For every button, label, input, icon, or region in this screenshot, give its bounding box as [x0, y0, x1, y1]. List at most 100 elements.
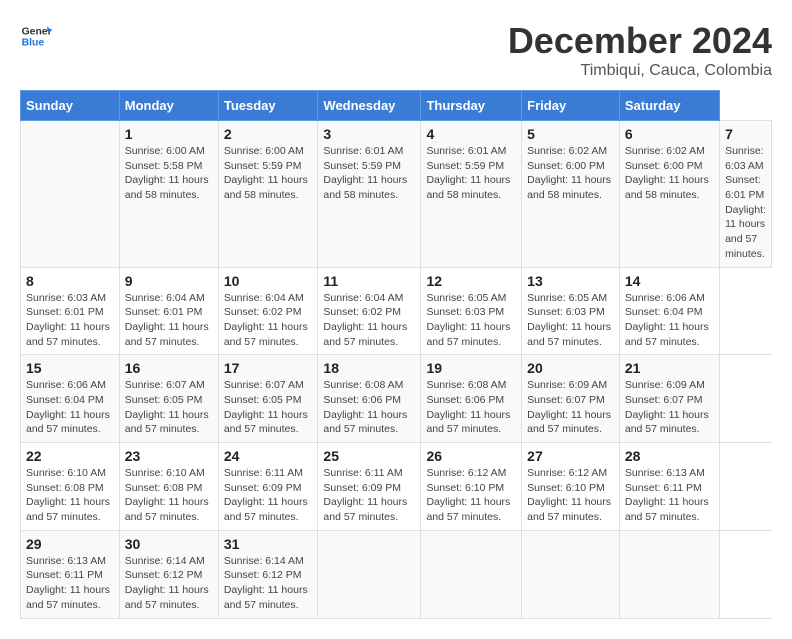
calendar-day-cell	[318, 530, 421, 618]
day-number: 14	[625, 273, 714, 289]
day-info: Sunrise: 6:02 AM Sunset: 6:00 PM Dayligh…	[625, 144, 714, 203]
calendar-day-cell: 16 Sunrise: 6:07 AM Sunset: 6:05 PM Dayli…	[119, 355, 218, 443]
day-info: Sunrise: 6:00 AM Sunset: 5:58 PM Dayligh…	[125, 144, 213, 203]
header-monday: Monday	[119, 91, 218, 121]
day-number: 19	[426, 360, 516, 376]
header-friday: Friday	[522, 91, 620, 121]
day-info: Sunrise: 6:05 AM Sunset: 6:03 PM Dayligh…	[527, 291, 614, 350]
day-info: Sunrise: 6:01 AM Sunset: 5:59 PM Dayligh…	[426, 144, 516, 203]
calendar-header-row: SundayMondayTuesdayWednesdayThursdayFrid…	[21, 91, 772, 121]
day-number: 22	[26, 448, 114, 464]
page-header: General Blue December 2024 Timbiqui, Cau…	[20, 20, 772, 80]
day-number: 9	[125, 273, 213, 289]
calendar-day-cell: 2Sunrise: 6:00 AM Sunset: 5:59 PM Daylig…	[218, 121, 318, 268]
calendar-day-cell: 31 Sunrise: 6:14 AM Sunset: 6:12 PM Dayli…	[218, 530, 318, 618]
day-number: 24	[224, 448, 313, 464]
logo: General Blue	[20, 20, 52, 52]
calendar-day-cell: 13 Sunrise: 6:05 AM Sunset: 6:03 PM Dayli…	[522, 267, 620, 355]
day-info: Sunrise: 6:11 AM Sunset: 6:09 PM Dayligh…	[224, 466, 313, 525]
day-number: 23	[125, 448, 213, 464]
calendar-day-cell: 12Sunrise: 6:05 AM Sunset: 6:03 PM Dayli…	[421, 267, 522, 355]
day-number: 5	[527, 126, 614, 142]
day-number: 31	[224, 536, 313, 552]
day-number: 2	[224, 126, 313, 142]
day-info: Sunrise: 6:06 AM Sunset: 6:04 PM Dayligh…	[625, 291, 714, 350]
calendar-day-cell: 6 Sunrise: 6:02 AM Sunset: 6:00 PM Daylig…	[619, 121, 719, 268]
day-number: 25	[323, 448, 415, 464]
day-info: Sunrise: 6:04 AM Sunset: 6:01 PM Dayligh…	[125, 291, 213, 350]
day-number: 1	[125, 126, 213, 142]
day-info: Sunrise: 6:09 AM Sunset: 6:07 PM Dayligh…	[625, 378, 714, 437]
day-info: Sunrise: 6:08 AM Sunset: 6:06 PM Dayligh…	[426, 378, 516, 437]
calendar-day-cell: 30 Sunrise: 6:14 AM Sunset: 6:12 PM Dayli…	[119, 530, 218, 618]
calendar-day-cell: 8Sunrise: 6:03 AM Sunset: 6:01 PM Daylig…	[21, 267, 120, 355]
calendar-day-cell	[421, 530, 522, 618]
title-block: December 2024 Timbiqui, Cauca, Colombia	[508, 20, 772, 80]
calendar-day-cell: 29 Sunrise: 6:13 AM Sunset: 6:11 PM Dayli…	[21, 530, 120, 618]
location-subtitle: Timbiqui, Cauca, Colombia	[508, 62, 772, 80]
day-info: Sunrise: 6:09 AM Sunset: 6:07 PM Dayligh…	[527, 378, 614, 437]
header-sunday: Sunday	[21, 91, 120, 121]
day-number: 16	[125, 360, 213, 376]
day-info: Sunrise: 6:08 AM Sunset: 6:06 PM Dayligh…	[323, 378, 415, 437]
day-info: Sunrise: 6:12 AM Sunset: 6:10 PM Dayligh…	[426, 466, 516, 525]
calendar-day-cell: 18Sunrise: 6:08 AM Sunset: 6:06 PM Dayli…	[318, 355, 421, 443]
day-info: Sunrise: 6:13 AM Sunset: 6:11 PM Dayligh…	[26, 554, 114, 613]
day-info: Sunrise: 6:06 AM Sunset: 6:04 PM Dayligh…	[26, 378, 114, 437]
day-info: Sunrise: 6:10 AM Sunset: 6:08 PM Dayligh…	[26, 466, 114, 525]
calendar-day-cell: 5 Sunrise: 6:02 AM Sunset: 6:00 PM Daylig…	[522, 121, 620, 268]
header-tuesday: Tuesday	[218, 91, 318, 121]
calendar-day-cell: 1 Sunrise: 6:00 AM Sunset: 5:58 PM Daylig…	[119, 121, 218, 268]
calendar-week-row: 29 Sunrise: 6:13 AM Sunset: 6:11 PM Dayli…	[21, 530, 772, 618]
calendar-table: SundayMondayTuesdayWednesdayThursdayFrid…	[20, 90, 772, 619]
calendar-day-cell: 14 Sunrise: 6:06 AM Sunset: 6:04 PM Dayli…	[619, 267, 719, 355]
calendar-day-cell: 15 Sunrise: 6:06 AM Sunset: 6:04 PM Dayli…	[21, 355, 120, 443]
calendar-day-cell	[522, 530, 620, 618]
calendar-day-cell: 20 Sunrise: 6:09 AM Sunset: 6:07 PM Dayli…	[522, 355, 620, 443]
calendar-day-cell: 28Sunrise: 6:13 AM Sunset: 6:11 PM Dayli…	[619, 443, 719, 531]
header-wednesday: Wednesday	[318, 91, 421, 121]
day-number: 17	[224, 360, 313, 376]
day-number: 29	[26, 536, 114, 552]
day-info: Sunrise: 6:02 AM Sunset: 6:00 PM Dayligh…	[527, 144, 614, 203]
day-info: Sunrise: 6:11 AM Sunset: 6:09 PM Dayligh…	[323, 466, 415, 525]
day-info: Sunrise: 6:07 AM Sunset: 6:05 PM Dayligh…	[125, 378, 213, 437]
calendar-day-cell: 27 Sunrise: 6:12 AM Sunset: 6:10 PM Dayli…	[522, 443, 620, 531]
calendar-week-row: 1 Sunrise: 6:00 AM Sunset: 5:58 PM Daylig…	[21, 121, 772, 268]
svg-text:Blue: Blue	[22, 38, 45, 49]
calendar-day-cell: 23 Sunrise: 6:10 AM Sunset: 6:08 PM Dayli…	[119, 443, 218, 531]
day-number: 15	[26, 360, 114, 376]
day-info: Sunrise: 6:04 AM Sunset: 6:02 PM Dayligh…	[224, 291, 313, 350]
calendar-day-cell: 3Sunrise: 6:01 AM Sunset: 5:59 PM Daylig…	[318, 121, 421, 268]
calendar-week-row: 8Sunrise: 6:03 AM Sunset: 6:01 PM Daylig…	[21, 267, 772, 355]
day-info: Sunrise: 6:03 AM Sunset: 6:01 PM Dayligh…	[725, 144, 766, 262]
day-number: 12	[426, 273, 516, 289]
header-saturday: Saturday	[619, 91, 719, 121]
day-number: 27	[527, 448, 614, 464]
day-info: Sunrise: 6:04 AM Sunset: 6:02 PM Dayligh…	[323, 291, 415, 350]
calendar-day-cell: 17Sunrise: 6:07 AM Sunset: 6:05 PM Dayli…	[218, 355, 318, 443]
day-info: Sunrise: 6:14 AM Sunset: 6:12 PM Dayligh…	[125, 554, 213, 613]
calendar-day-cell: 11 Sunrise: 6:04 AM Sunset: 6:02 PM Dayli…	[318, 267, 421, 355]
calendar-day-cell: 24 Sunrise: 6:11 AM Sunset: 6:09 PM Dayli…	[218, 443, 318, 531]
calendar-day-cell: 26 Sunrise: 6:12 AM Sunset: 6:10 PM Dayli…	[421, 443, 522, 531]
day-number: 4	[426, 126, 516, 142]
day-number: 6	[625, 126, 714, 142]
calendar-day-cell: 22 Sunrise: 6:10 AM Sunset: 6:08 PM Dayli…	[21, 443, 120, 531]
calendar-day-cell: 10 Sunrise: 6:04 AM Sunset: 6:02 PM Dayli…	[218, 267, 318, 355]
day-number: 26	[426, 448, 516, 464]
day-info: Sunrise: 6:14 AM Sunset: 6:12 PM Dayligh…	[224, 554, 313, 613]
day-info: Sunrise: 6:13 AM Sunset: 6:11 PM Dayligh…	[625, 466, 714, 525]
day-info: Sunrise: 6:10 AM Sunset: 6:08 PM Dayligh…	[125, 466, 213, 525]
day-number: 30	[125, 536, 213, 552]
day-number: 11	[323, 273, 415, 289]
day-info: Sunrise: 6:01 AM Sunset: 5:59 PM Dayligh…	[323, 144, 415, 203]
header-thursday: Thursday	[421, 91, 522, 121]
calendar-day-cell: 25 Sunrise: 6:11 AM Sunset: 6:09 PM Dayli…	[318, 443, 421, 531]
calendar-day-cell: 7Sunrise: 6:03 AM Sunset: 6:01 PM Daylig…	[720, 121, 772, 268]
month-title: December 2024	[508, 20, 772, 62]
day-number: 13	[527, 273, 614, 289]
day-number: 20	[527, 360, 614, 376]
day-info: Sunrise: 6:12 AM Sunset: 6:10 PM Dayligh…	[527, 466, 614, 525]
day-number: 10	[224, 273, 313, 289]
